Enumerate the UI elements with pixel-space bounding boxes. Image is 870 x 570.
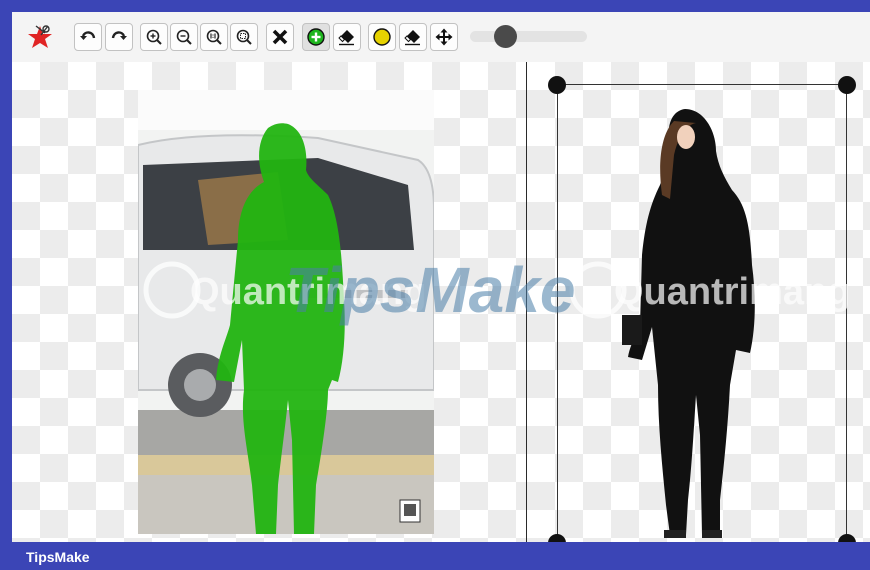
- clear-button[interactable]: [266, 23, 294, 51]
- eraser-icon: [338, 30, 354, 46]
- keep-brush-button[interactable]: [302, 23, 330, 51]
- crop-handle-top-left[interactable]: [548, 76, 566, 94]
- clear-icon: [272, 29, 288, 45]
- remove-brush-button[interactable]: [368, 23, 396, 51]
- keep-eraser-button[interactable]: [333, 23, 361, 51]
- keep-brush-icon: [307, 28, 325, 46]
- brush-size-slider-handle[interactable]: [493, 25, 517, 48]
- watermark: Quantrimang TipsMake Quantrimang: [143, 254, 850, 326]
- brush-size-slider-track[interactable]: [470, 31, 587, 42]
- zoom-actual-size-button[interactable]: [200, 23, 228, 51]
- redo-icon: [111, 31, 127, 40]
- toolbar: [12, 12, 870, 63]
- zoom-in-button[interactable]: [140, 23, 168, 51]
- zoom-out-button[interactable]: [170, 23, 198, 51]
- zoom-out-icon: [176, 29, 192, 45]
- app-logo-icon: [28, 25, 52, 48]
- pan-button[interactable]: [430, 23, 458, 51]
- watermark-text-center: TipsMake: [285, 254, 576, 326]
- zoom-actual-size-icon: [206, 29, 222, 45]
- watermark-text-right: Quantrimang: [614, 271, 850, 313]
- pan-icon: [435, 28, 453, 46]
- crop-handle-top-right[interactable]: [838, 76, 856, 94]
- eraser-icon: [404, 30, 420, 46]
- footer-brand: TipsMake: [26, 549, 90, 565]
- redo-button[interactable]: [105, 23, 133, 51]
- zoom-in-icon: [146, 29, 162, 45]
- remove-brush-icon: [373, 28, 391, 46]
- undo-button[interactable]: [74, 23, 102, 51]
- remove-eraser-button[interactable]: [399, 23, 427, 51]
- undo-icon: [80, 31, 96, 40]
- zoom-fit-icon: [236, 29, 252, 45]
- zoom-fit-button[interactable]: [230, 23, 258, 51]
- footer-bar: [0, 542, 870, 570]
